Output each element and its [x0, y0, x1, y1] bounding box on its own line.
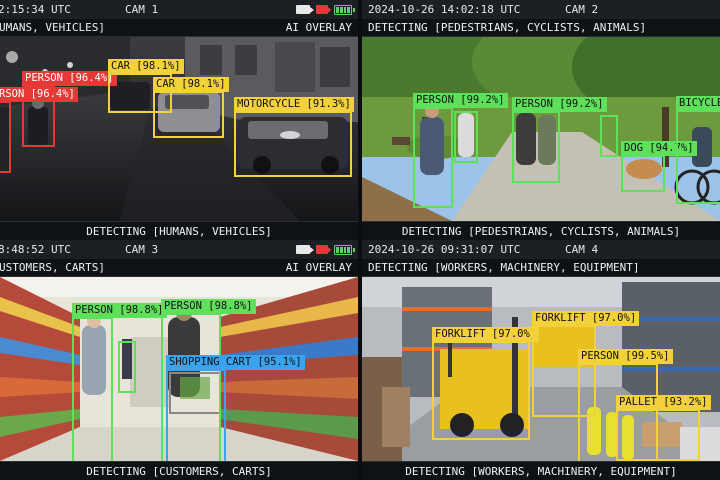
timestamp: 2:15:34 UTC	[0, 3, 71, 16]
detection-label: CAR [98.1%]	[108, 59, 184, 74]
detection-label: MOTORCYCLE [91.3%]	[234, 97, 354, 112]
detection-label: PALLET [93.2%]	[616, 395, 711, 410]
detection-label: PERSON [99.5%]	[578, 349, 673, 364]
video-frame: FORKLIFT [97.0%] FORKLIFT [97.0%] PERSON…	[362, 277, 720, 461]
camera-grid: 2:15:34 UTC CAM 1 UMANS, VEHICLES] AI OV…	[0, 0, 720, 480]
detection-box-person[interactable]: PERSON [98.8%]	[72, 303, 167, 461]
detection-classes: DETECTING [PEDESTRIANS, CYCLISTS, ANIMAL…	[368, 21, 647, 34]
feed-header: 2:15:34 UTC CAM 1	[0, 0, 358, 19]
detection-label: CAR [98.1%]	[153, 77, 229, 92]
detection-box-shopping-cart[interactable]: SHOPPING CART [95.1%]	[166, 355, 305, 461]
record-icon	[316, 245, 331, 254]
detection-label: PERSON [99.2%]	[512, 97, 607, 112]
status-icons	[296, 244, 355, 255]
ai-overlay-label: AI OVERLAY	[285, 21, 352, 34]
detection-label: FORKLIFT [97.0%]	[432, 327, 540, 342]
feed-header: 8:48:52 UTC CAM 3	[0, 240, 358, 259]
record-icon	[316, 5, 331, 14]
detection-box-dog[interactable]: DOG [94.7%]	[621, 141, 697, 192]
detection-box-car[interactable]: CAR [98.1%]	[153, 77, 229, 138]
detection-box-person[interactable]	[118, 341, 136, 393]
feed-footer: DETECTING [WORKERS, MACHINERY, EQUIPMENT…	[362, 461, 720, 480]
detection-box-person[interactable]: RSON [96.4%]	[0, 87, 78, 173]
detection-box-pallet[interactable]: PALLET [93.2%]	[616, 395, 711, 461]
feed-footer: DETECTING [PEDESTRIANS, CYCLISTS, ANIMAL…	[362, 221, 720, 240]
feed-subheader: UMANS, VEHICLES] AI OVERLAY	[0, 19, 358, 37]
detection-classes: USTOMERS, CARTS]	[0, 261, 105, 274]
detection-box-person[interactable]: PERSON [99.2%]	[512, 97, 607, 183]
camera-label: CAM 3	[125, 243, 159, 256]
video-camera-icon	[296, 245, 314, 254]
video-camera-icon	[296, 5, 314, 14]
detection-label: SHOPPING CART [95.1%]	[166, 355, 305, 370]
status-icons	[296, 4, 355, 15]
feed-subheader: DETECTING [WORKERS, MACHINERY, EQUIPMENT…	[362, 259, 720, 277]
detection-box-forklift[interactable]: FORKLIFT [97.0%]	[432, 327, 540, 440]
feed-subheader: USTOMERS, CARTS] AI OVERLAY	[0, 259, 358, 277]
detection-box-bicycle[interactable]: BICYCLE	[676, 96, 720, 204]
detection-label: PERSON [96.4%]	[22, 71, 117, 86]
detection-label: PERSON [99.2%]	[413, 93, 508, 108]
detection-box-person[interactable]	[454, 111, 478, 163]
feed-footer: DETECTING [HUMANS, VEHICLES]	[0, 221, 358, 240]
feed-header: 2024-10-26 14:02:18 UTC CAM 2	[362, 0, 720, 19]
timestamp: 2024-10-26 14:02:18 UTC	[368, 3, 521, 16]
camera-feed-3[interactable]: 8:48:52 UTC CAM 3 USTOMERS, CARTS] AI OV…	[0, 240, 358, 480]
feed-footer: DETECTING [CUSTOMERS, CARTS]	[0, 461, 358, 480]
detection-box-person[interactable]: PERSON [99.2%]	[413, 93, 508, 208]
camera-feed-1[interactable]: 2:15:34 UTC CAM 1 UMANS, VEHICLES] AI OV…	[0, 0, 358, 240]
detection-label: FORKLIFT [97.0%]	[532, 311, 640, 326]
camera-label: CAM 1	[125, 3, 159, 16]
timestamp: 2024-10-26 09:31:07 UTC	[368, 243, 521, 256]
battery-icon	[334, 244, 355, 255]
camera-feed-2[interactable]: 2024-10-26 14:02:18 UTC CAM 2 DETECTING …	[362, 0, 720, 240]
video-frame: PERSON [96.4%] RSON [96.4%] CAR [98.1%] …	[0, 37, 358, 221]
battery-icon	[334, 4, 355, 15]
detection-classes: UMANS, VEHICLES]	[0, 21, 105, 34]
ai-overlay-label: AI OVERLAY	[285, 261, 352, 274]
detection-box-person[interactable]	[600, 115, 618, 157]
timestamp: 8:48:52 UTC	[0, 243, 71, 256]
feed-header: 2024-10-26 09:31:07 UTC CAM 4	[362, 240, 720, 259]
camera-label: CAM 4	[565, 243, 599, 256]
detection-label: PERSON [98.8%]	[161, 299, 256, 314]
detection-label: PERSON [98.8%]	[72, 303, 167, 318]
video-frame: PERSON [98.8%] PERSON [98.8%] SHOPPING C…	[0, 277, 358, 461]
camera-feed-4[interactable]: 2024-10-26 09:31:07 UTC CAM 4 DETECTING …	[362, 240, 720, 480]
detection-label: BICYCLE	[676, 96, 720, 111]
video-frame: PERSON [99.2%] PERSON [99.2%] DOG [94.7%…	[362, 37, 720, 221]
detection-classes: DETECTING [WORKERS, MACHINERY, EQUIPMENT…	[368, 261, 640, 274]
detection-box-motorcycle[interactable]: MOTORCYCLE [91.3%]	[234, 97, 354, 177]
camera-label: CAM 2	[565, 3, 599, 16]
feed-subheader: DETECTING [PEDESTRIANS, CYCLISTS, ANIMAL…	[362, 19, 720, 37]
detection-label: RSON [96.4%]	[0, 87, 78, 102]
